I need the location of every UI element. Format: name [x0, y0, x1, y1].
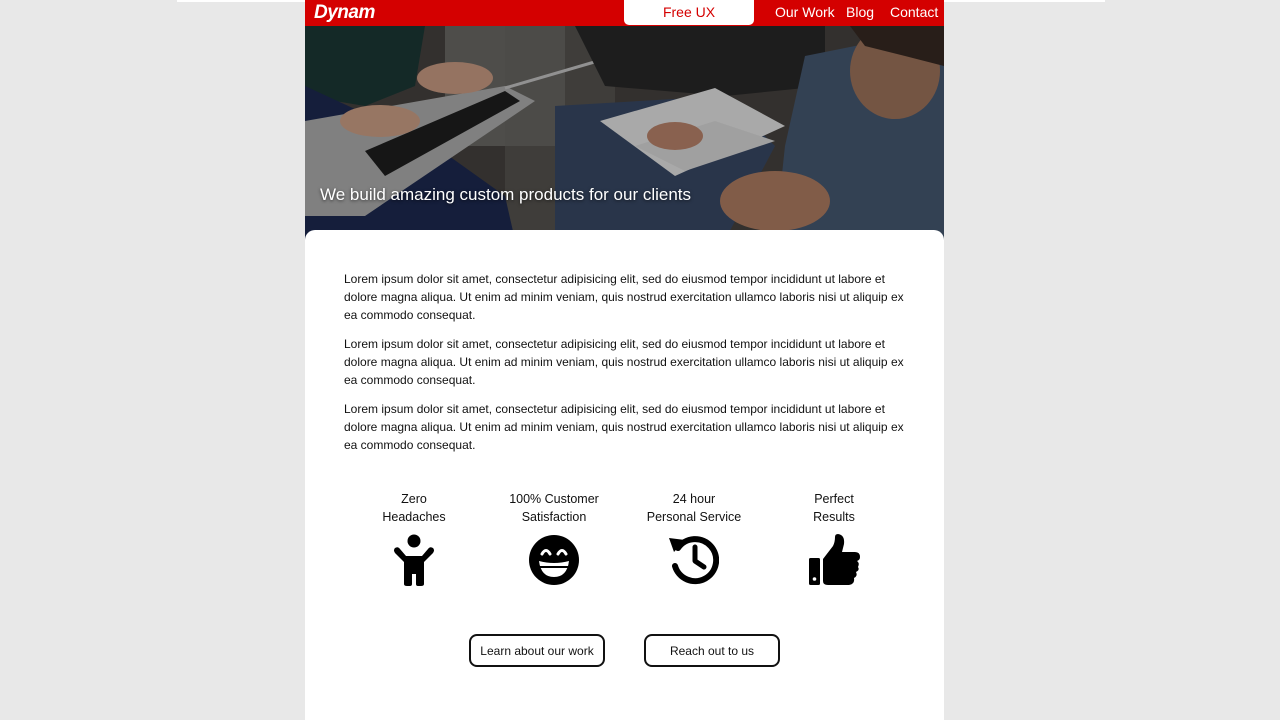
nav-blog[interactable]: Blog [846, 0, 874, 26]
feature-label-line: Personal Service [646, 510, 742, 524]
feature-label-line: Results [813, 510, 855, 524]
feature-zero-headaches: Zero Headaches [344, 490, 484, 586]
feature-label-line: Satisfaction [521, 510, 587, 524]
hero-photo [305, 26, 944, 240]
nav-contact[interactable]: Contact [890, 0, 938, 26]
page-container: Dynam Free UX Consultation Our Work Blog… [305, 0, 944, 720]
feature-label: Perfect Results [764, 490, 904, 526]
main-content: Lorem ipsum dolor sit amet, consectetur … [305, 230, 944, 720]
feature-label: 100% Customer Satisfaction [484, 490, 624, 526]
nav-our-work[interactable]: Our Work [775, 0, 835, 26]
feature-24-hour-service: 24 hour Personal Service [624, 490, 764, 586]
learn-about-our-work-button[interactable]: Learn about our work [469, 634, 605, 667]
grin-icon [529, 535, 579, 585]
feature-perfect-results: Perfect Results [764, 490, 904, 586]
body-paragraph: Lorem ipsum dolor sit amet, consectetur … [344, 272, 904, 322]
history-icon [669, 536, 719, 585]
hero-title: We build amazing custom products for our… [320, 185, 692, 204]
navbar: Dynam Free UX Consultation Our Work Blog… [305, 0, 944, 45]
thumbs-up-icon [809, 534, 860, 585]
feature-label-line: Perfect [814, 492, 854, 506]
feature-label: Zero Headaches [344, 490, 484, 526]
feature-label-line: Headaches [382, 510, 446, 524]
child-icon [394, 534, 434, 586]
feature-label-line: Zero [401, 492, 427, 506]
feature-label-line: 24 hour [672, 492, 716, 506]
hero-banner: We build amazing custom products for our… [305, 26, 944, 240]
feature-label-line: 100% Customer [509, 492, 599, 506]
body-paragraph: Lorem ipsum dolor sit amet, consectetur … [344, 337, 904, 387]
feature-label: 24 hour Personal Service [624, 490, 764, 526]
feature-customer-satisfaction: 100% Customer Satisfaction [484, 490, 624, 586]
body-paragraph: Lorem ipsum dolor sit amet, consectetur … [344, 402, 904, 452]
reach-out-button[interactable]: Reach out to us [644, 634, 780, 667]
logo[interactable]: Dynam [314, 2, 375, 24]
free-ux-consultation-link[interactable]: Free UX Consultation [624, 0, 754, 45]
